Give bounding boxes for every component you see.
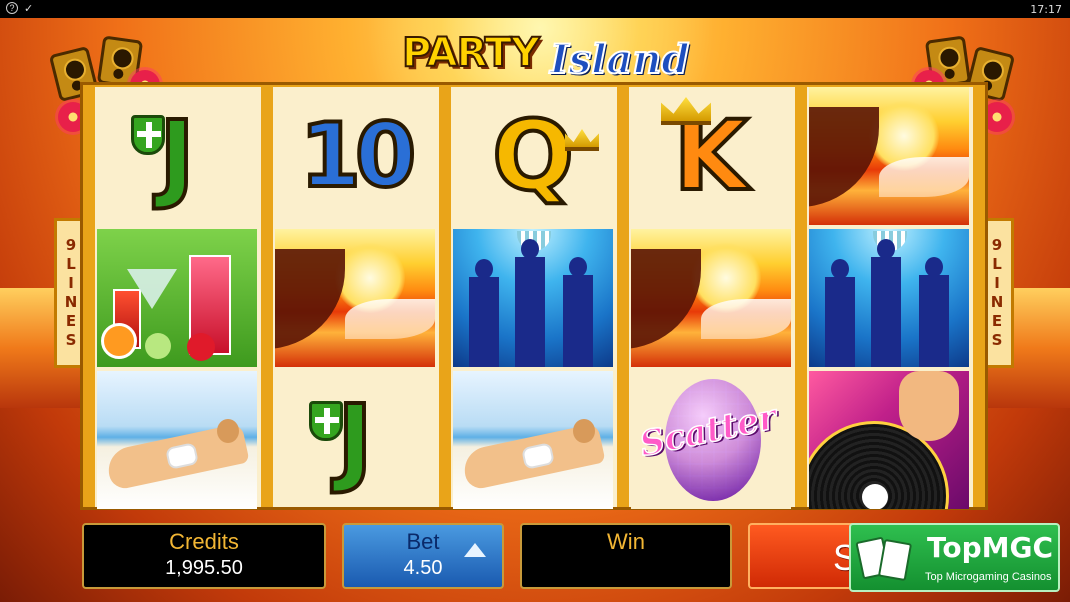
sunbather-head	[217, 419, 239, 443]
payline-char: N	[64, 293, 78, 311]
reel-4: K Scatter	[629, 87, 795, 509]
payline-char: L	[992, 255, 1002, 273]
palm-silhouette	[809, 107, 879, 207]
reel-1: J	[95, 87, 261, 509]
symbol-j: J	[97, 87, 257, 225]
payline-char: 9	[65, 236, 77, 254]
check-icon: ✓	[24, 3, 34, 15]
reel-5	[807, 87, 973, 509]
symbol-j: J	[275, 371, 435, 509]
wave-splash	[345, 299, 435, 339]
credits-panel: Credits 1,995.50	[82, 523, 326, 589]
payline-char: N	[990, 293, 1004, 311]
wave-splash	[879, 157, 969, 197]
payline-char: E	[65, 312, 77, 330]
payline-char: S	[65, 331, 77, 349]
reel-2: 10 J	[273, 87, 439, 507]
clock: 17:17	[1030, 3, 1062, 16]
reel-3: Q	[451, 87, 617, 509]
symbol-sunset	[809, 87, 969, 225]
symbol-beach-girl	[453, 371, 613, 509]
cards-icon	[855, 535, 917, 583]
symbol-sunset	[631, 229, 791, 367]
symbol-cocktails	[97, 229, 257, 367]
topmgc-badge[interactable]: TopMGC Top Microgaming Casinos	[849, 523, 1060, 592]
orange-slice-icon	[101, 323, 137, 359]
dancer-silhouette	[469, 259, 499, 367]
symbol-sunset	[275, 229, 435, 367]
symbol-q: Q	[453, 87, 613, 225]
symbol-vinyl-dj	[809, 371, 969, 509]
symbol-dancers	[453, 229, 613, 367]
game-logo: PARTY Island	[401, 26, 702, 86]
shield-icon	[131, 115, 165, 155]
dancer-silhouette	[919, 257, 949, 367]
symbol-letter: Q	[490, 100, 576, 212]
credits-label: Credits	[169, 529, 239, 554]
palm-silhouette	[275, 249, 345, 349]
dancer-silhouette	[563, 257, 593, 367]
bet-value: 4.50	[403, 557, 443, 579]
symbol-letter: 10	[298, 104, 419, 207]
symbol-k: K	[631, 87, 791, 225]
logo-party: PARTY	[401, 29, 541, 77]
payline-char: S	[991, 331, 1003, 349]
dancer-silhouette	[515, 239, 545, 367]
payline-char: 9	[991, 236, 1003, 254]
bet-up-arrow-icon[interactable]	[464, 543, 486, 557]
symbol-10: 10	[275, 87, 435, 225]
payline-char: I	[68, 274, 74, 292]
sunbather-head	[573, 419, 595, 443]
badge-tagline: Top Microgaming Casinos	[925, 571, 1052, 583]
payline-char: E	[991, 312, 1003, 330]
help-icon[interactable]: ?	[6, 2, 18, 14]
card-icon	[877, 538, 913, 582]
payline-char: I	[994, 274, 1000, 292]
symbol-scatter: Scatter	[631, 371, 791, 509]
strawberry-icon	[187, 333, 215, 361]
logo-island: Island	[549, 35, 690, 84]
apple-icon	[145, 333, 171, 359]
shield-icon	[309, 401, 343, 441]
game-stage: PARTY Island 9 L I N E S 9 L I N E S J 1…	[0, 18, 1070, 602]
win-panel: Win	[520, 523, 732, 589]
reel-frame: J 10 J Q K Scatter	[80, 82, 988, 510]
credits-value: 1,995.50	[165, 557, 243, 579]
symbol-beach-girl	[97, 371, 257, 509]
badge-brand: TopMGC	[927, 531, 1054, 564]
dancer-silhouette	[871, 239, 901, 367]
status-bar: ? ✓ 17:17	[0, 0, 1070, 18]
dancer-silhouette	[825, 259, 855, 367]
wave-splash	[701, 299, 791, 339]
dj-hand	[899, 371, 959, 441]
bet-button[interactable]: Bet 4.50	[342, 523, 504, 589]
symbol-dancers	[809, 229, 969, 367]
win-label: Win	[607, 529, 645, 554]
payline-char: L	[66, 255, 76, 273]
palm-silhouette	[631, 249, 701, 349]
